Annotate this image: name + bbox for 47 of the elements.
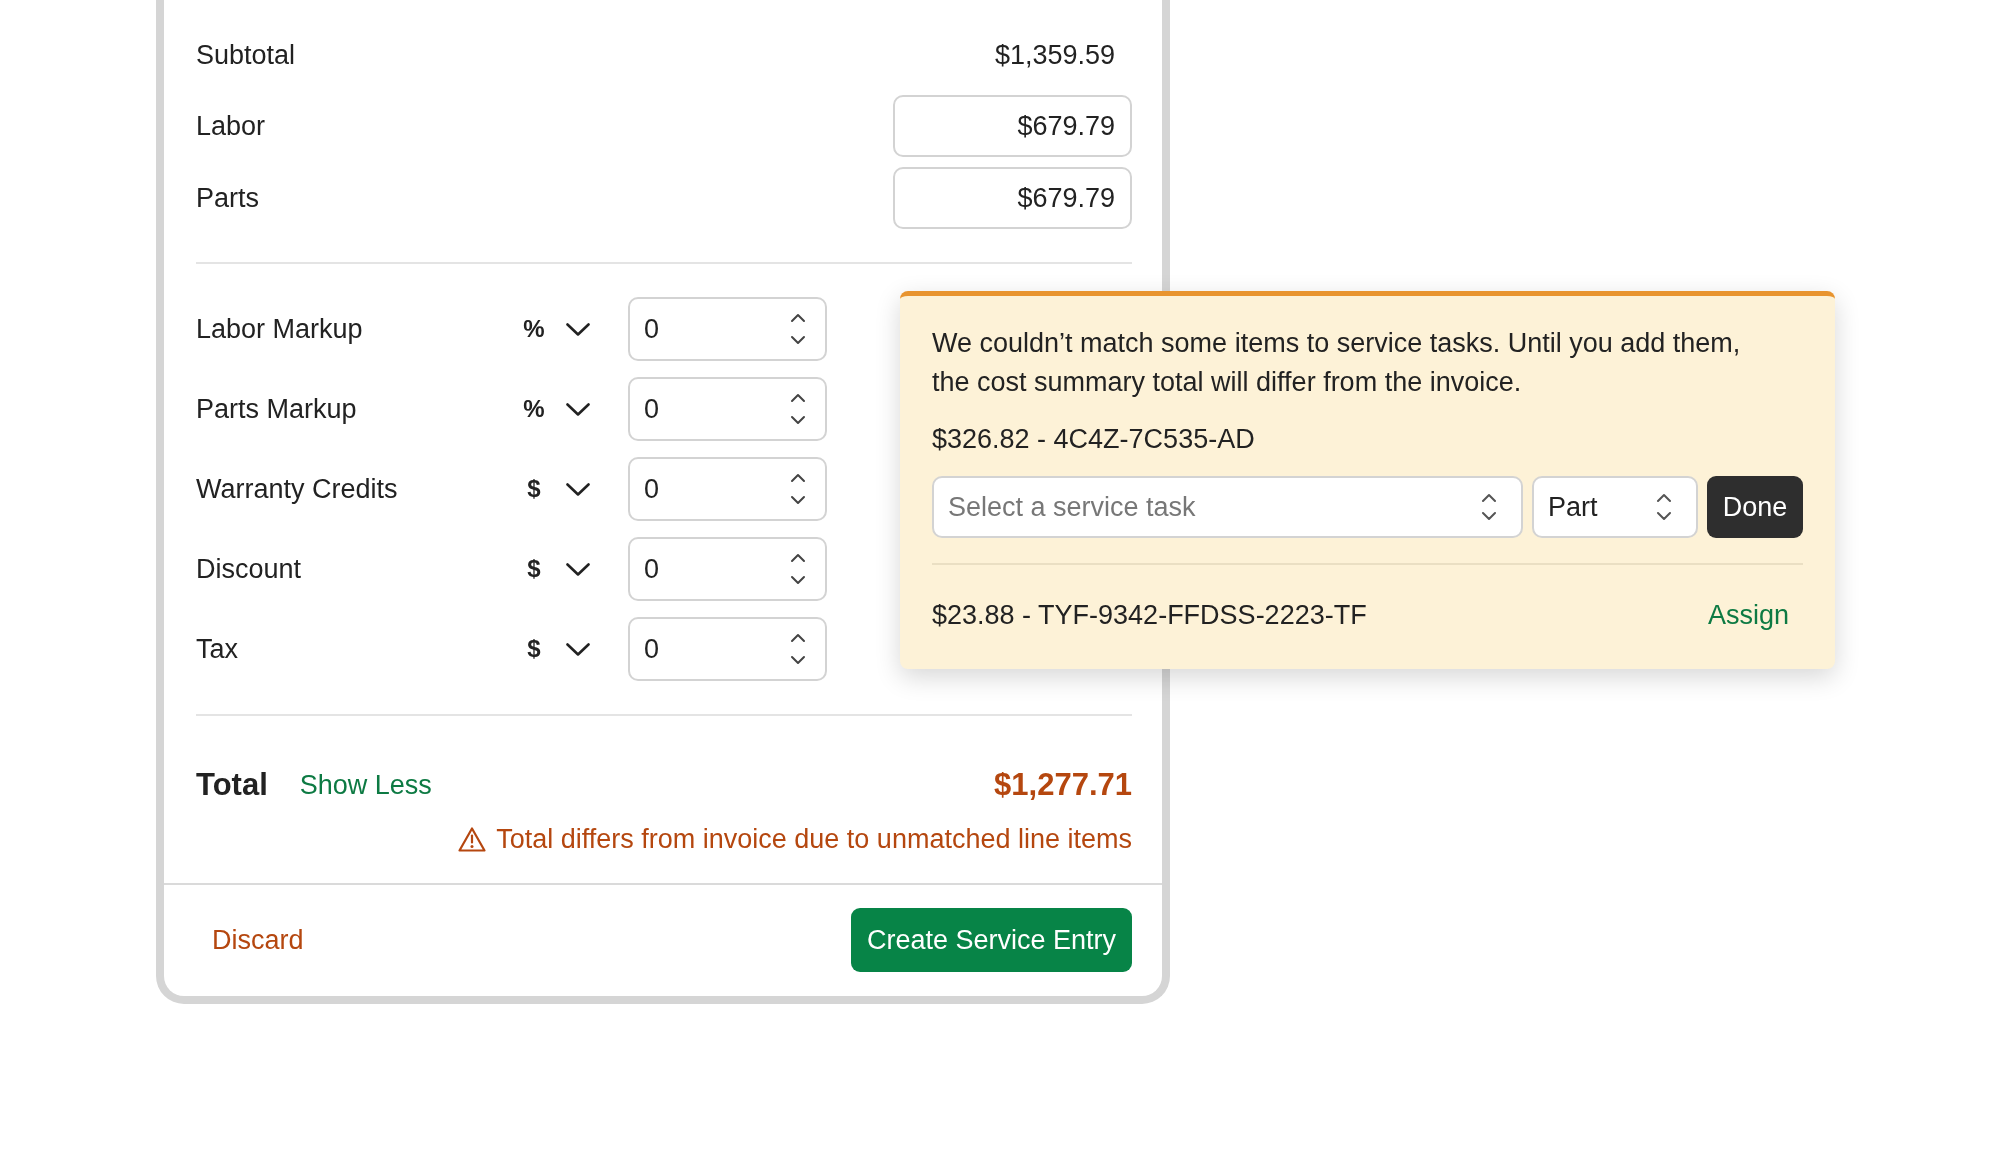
- adjustment-label: Discount: [196, 553, 303, 585]
- line-item-label: $326.82 - 4C4Z-7C535-AD: [932, 424, 1256, 454]
- up-down-icon: [1481, 493, 1497, 521]
- show-less-link[interactable]: Show Less: [299, 769, 432, 801]
- subtotal-label: Subtotal: [196, 39, 296, 71]
- warning-icon: [458, 826, 487, 852]
- number-field[interactable]: 0: [628, 537, 827, 601]
- total-label: Total: [196, 767, 268, 803]
- subtotal-value: $1,359.59: [994, 39, 1116, 71]
- chevron-down-icon: [566, 482, 590, 496]
- stepper-icon[interactable]: [790, 633, 806, 665]
- item-type-select[interactable]: Part: [1532, 476, 1698, 538]
- amount-label: Parts: [196, 182, 260, 214]
- amount-label: Labor: [196, 110, 266, 142]
- stepper-icon[interactable]: [790, 393, 806, 425]
- stepper-icon[interactable]: [790, 473, 806, 505]
- unit-dropdown[interactable]: %: [520, 309, 594, 349]
- done-button[interactable]: Done: [1707, 476, 1803, 538]
- adjustment-label: Warranty Credits: [196, 473, 399, 505]
- unit-dropdown[interactable]: $: [520, 469, 594, 509]
- number-field[interactable]: 0: [628, 377, 827, 441]
- total-value: $1,277.71: [994, 767, 1132, 803]
- adjustment-label: Tax: [196, 633, 240, 665]
- up-down-icon: [1656, 493, 1672, 521]
- create-service-entry-button[interactable]: Create Service Entry: [850, 908, 1132, 972]
- line-item-label: $23.88 - TYF-9342-FFDSS-2223-TF: [932, 600, 1367, 630]
- amount-field[interactable]: $679.79: [893, 95, 1132, 157]
- chevron-down-icon: [566, 642, 590, 656]
- adjustment-label: Parts Markup: [196, 393, 358, 425]
- unmatched-message: We couldn’t match some items to service tasks. Until you add them, the cost summary total will differ from the invoice.: [932, 327, 1742, 399]
- number-field[interactable]: 0: [628, 617, 827, 681]
- service-task-select[interactable]: Select a service task: [932, 476, 1523, 538]
- chevron-down-icon: [566, 562, 590, 576]
- chevron-down-icon: [566, 322, 590, 336]
- chevron-down-icon: [566, 402, 590, 416]
- discard-button[interactable]: Discard: [196, 915, 320, 965]
- number-field[interactable]: 0: [628, 297, 827, 361]
- amount-field[interactable]: $679.79: [893, 167, 1132, 229]
- adjustment-label: Labor Markup: [196, 313, 364, 345]
- assign-link[interactable]: Assign: [1693, 597, 1803, 633]
- unit-dropdown[interactable]: $: [520, 629, 594, 669]
- warning-message: Total differs from invoice due to unmatched line items: [496, 823, 1132, 855]
- stepper-icon[interactable]: [790, 553, 806, 585]
- unit-dropdown[interactable]: $: [520, 549, 594, 589]
- unit-dropdown[interactable]: %: [520, 389, 594, 429]
- stepper-icon[interactable]: [790, 313, 806, 345]
- number-field[interactable]: 0: [628, 457, 827, 521]
